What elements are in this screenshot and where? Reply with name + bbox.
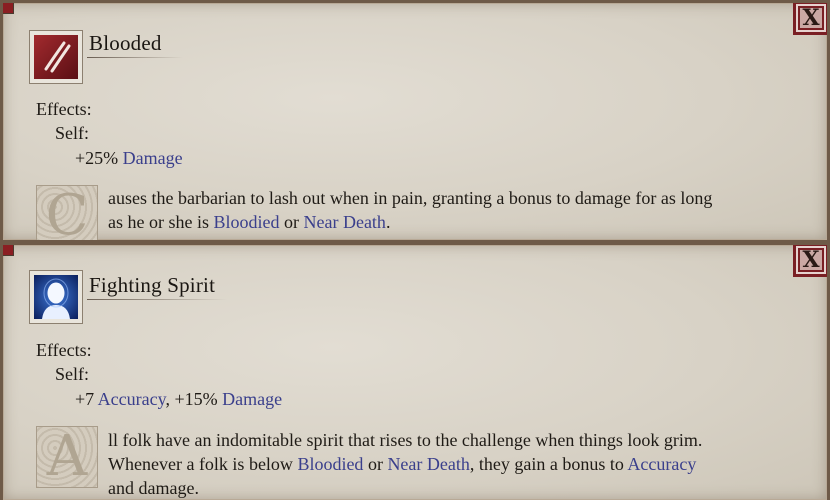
ability-description: auses the barbarian to lash out when in …	[108, 186, 808, 234]
effect-keyword-accuracy[interactable]: Accuracy	[98, 389, 166, 409]
description-line: auses the barbarian to lash out when in …	[108, 188, 713, 208]
ability-panel-blooded: X Blooded Effects: Self: +25% Damage C a…	[0, 0, 830, 243]
effects-label: Effects:	[36, 340, 92, 360]
ability-description: ll folk have an indomitable spirit that …	[108, 428, 808, 500]
keyword-near-death[interactable]: Near Death	[303, 212, 385, 232]
effect-keyword-damage[interactable]: Damage	[123, 148, 183, 168]
ability-title: Fighting Spirit	[89, 273, 216, 297]
effect-line: +25% Damage	[75, 148, 183, 169]
close-button[interactable]: X	[793, 3, 827, 35]
effect-value: +25%	[75, 148, 123, 168]
effects-label: Effects:	[36, 99, 92, 119]
keyword-accuracy[interactable]: Accuracy	[627, 454, 696, 474]
corner-ornament	[3, 3, 14, 14]
description-line: ll folk have an indomitable spirit that …	[108, 430, 703, 450]
ability-icon-frame	[29, 270, 83, 324]
drop-cap-ornament: A	[36, 426, 98, 488]
close-button[interactable]: X	[793, 245, 827, 277]
description-text: .	[385, 212, 391, 232]
ability-panel-fighting-spirit: X Fighting Spirit Effects: Self: +7 Accu…	[0, 242, 830, 500]
title-underline	[87, 299, 227, 300]
effect-value: , +15%	[165, 389, 223, 409]
effect-value: +7	[75, 389, 98, 409]
description-text: , they gain a bonus to	[469, 454, 628, 474]
target-label: Self:	[55, 123, 89, 143]
ability-icon-frame	[29, 30, 83, 84]
effect-keyword-damage[interactable]: Damage	[222, 389, 282, 409]
keyword-bloodied[interactable]: Bloodied	[213, 212, 279, 232]
effect-line: +7 Accuracy, +15% Damage	[75, 389, 282, 410]
description-line: Whenever a folk is below Bloodied or Nea…	[108, 452, 808, 476]
title-underline	[87, 57, 183, 58]
keyword-bloodied[interactable]: Bloodied	[297, 454, 363, 474]
description-text: or	[363, 454, 388, 474]
keyword-near-death[interactable]: Near Death	[387, 454, 469, 474]
description-text: as he or she is	[108, 212, 214, 232]
glowing-face-icon	[34, 275, 78, 319]
target-label: Self:	[55, 364, 89, 384]
description-text: Whenever a folk is below	[108, 454, 298, 474]
description-line: as he or she is Bloodied or Near Death.	[108, 210, 808, 234]
ability-title: Blooded	[89, 31, 162, 55]
claw-slash-icon	[34, 35, 78, 79]
description-line: and damage.	[108, 478, 199, 498]
drop-cap-ornament: C	[36, 185, 98, 240]
description-text: or	[279, 212, 304, 232]
corner-ornament	[3, 245, 14, 256]
